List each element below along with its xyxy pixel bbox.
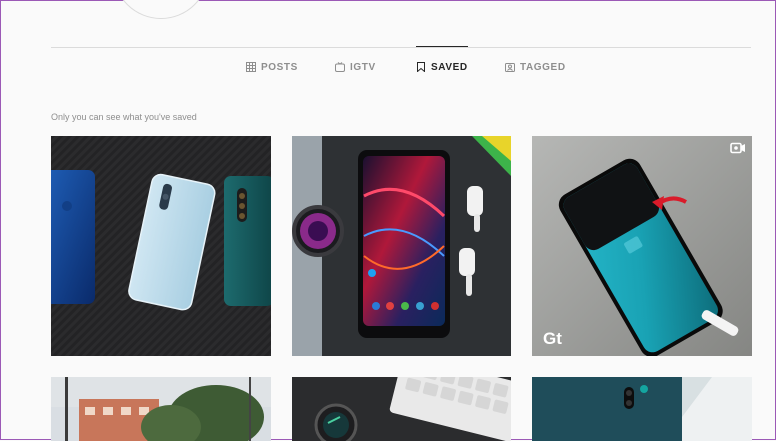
gt-watermark: Gt (543, 329, 562, 348)
bookmark-icon (417, 62, 425, 72)
saved-post-5-image (292, 377, 511, 441)
grid-icon (246, 62, 256, 72)
saved-post-2-image (292, 136, 511, 356)
saved-post-5[interactable] (292, 377, 511, 441)
tab-saved-label: SAVED (431, 61, 468, 73)
saved-post-4[interactable] (51, 377, 271, 441)
tab-tagged-label: TAGGED (520, 61, 566, 73)
tab-tagged[interactable]: TAGGED (505, 47, 566, 87)
tab-saved[interactable]: SAVED (416, 46, 468, 87)
saved-post-4-image (51, 377, 271, 441)
profile-avatar[interactable] (113, 0, 209, 19)
tab-igtv-label: IGTV (350, 61, 376, 73)
igtv-icon (335, 62, 345, 72)
saved-post-1-image (51, 136, 271, 356)
saved-post-3-image (532, 136, 752, 356)
saved-post-2[interactable] (292, 136, 511, 356)
saved-post-3[interactable]: Gt (532, 136, 752, 356)
tagged-icon (505, 63, 515, 72)
saved-post-6[interactable] (532, 377, 752, 441)
saved-post-1[interactable] (51, 136, 271, 356)
tab-igtv[interactable]: IGTV (335, 47, 376, 87)
tab-posts[interactable]: POSTS (246, 47, 298, 87)
profile-tabs: POSTS IGTV SAVED TAGGED (1, 46, 776, 87)
video-icon (730, 142, 746, 154)
tab-posts-label: POSTS (261, 61, 298, 73)
saved-post-6-image (532, 377, 752, 441)
saved-privacy-notice: Only you can see what you've saved (51, 112, 197, 122)
